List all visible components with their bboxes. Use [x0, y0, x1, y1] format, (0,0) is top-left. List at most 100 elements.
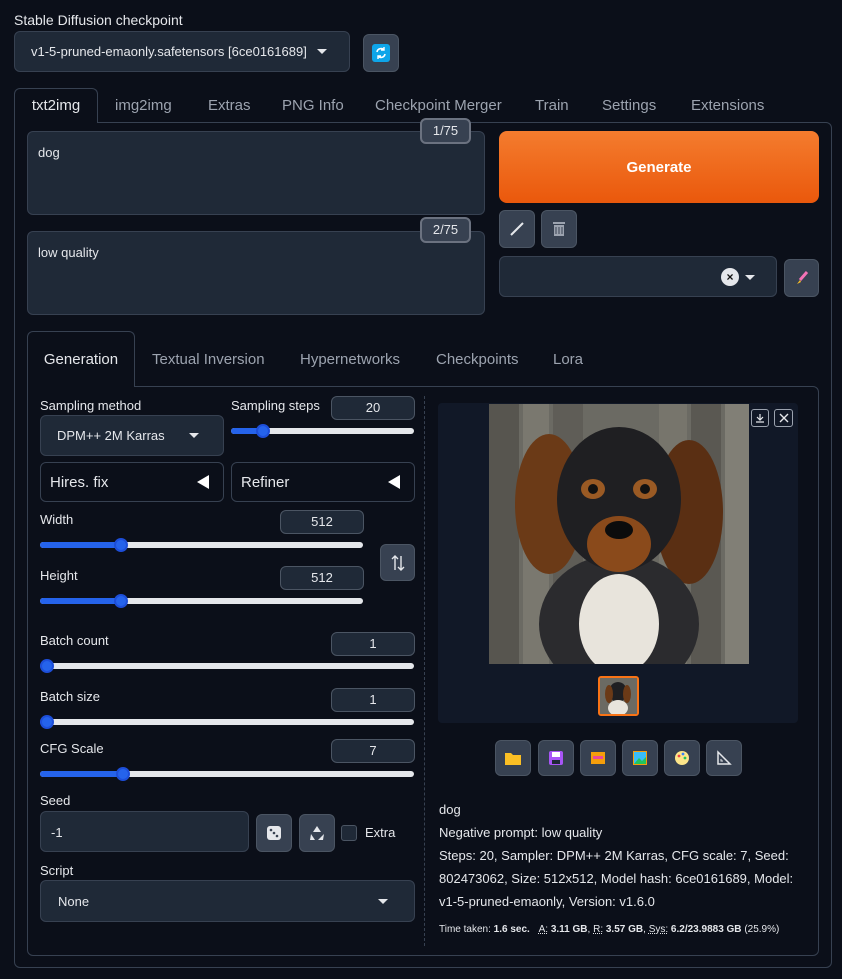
tab-txt2img[interactable]: txt2img: [14, 88, 98, 123]
recycle-icon: [310, 826, 324, 840]
sys-value: 6.2/23.9883 GB: [670, 924, 742, 935]
tab-settings[interactable]: Settings: [602, 97, 656, 114]
refiner-accordion[interactable]: Refiner: [231, 462, 415, 502]
ruler-icon: [717, 750, 732, 765]
clear-prompt-button[interactable]: [541, 210, 577, 248]
hires-fix-accordion[interactable]: Hires. fix: [40, 462, 224, 502]
tab-train[interactable]: Train: [535, 97, 569, 114]
thumbnail[interactable]: [598, 676, 639, 716]
hires-fix-label: Hires. fix: [50, 473, 109, 491]
send-to-img2img-button[interactable]: [622, 740, 658, 776]
apply-styles-button[interactable]: [784, 259, 819, 297]
sampling-steps-input[interactable]: 20: [331, 396, 415, 420]
refiner-label: Refiner: [241, 473, 290, 491]
swap-dimensions-button[interactable]: [380, 544, 415, 581]
dog-thumbnail: [600, 678, 637, 714]
read-generation-params-button[interactable]: [499, 210, 535, 248]
tab-extensions[interactable]: Extensions: [691, 97, 764, 114]
tab-lora[interactable]: Lora: [553, 351, 583, 368]
open-folder-button[interactable]: [495, 740, 531, 776]
tab-generation[interactable]: Generation: [27, 331, 135, 387]
extra-seed-checkbox[interactable]: [341, 825, 357, 841]
send-to-inpaint-button[interactable]: [664, 740, 700, 776]
cfg-scale-label: CFG Scale: [40, 741, 104, 756]
batch-count-slider[interactable]: [40, 659, 414, 673]
refresh-checkpoint-button[interactable]: [363, 34, 399, 72]
negative-token-counter: 2/75: [420, 217, 471, 243]
width-slider[interactable]: [40, 538, 363, 552]
dice-icon: [267, 826, 281, 840]
checkpoint-label: Stable Diffusion checkpoint: [14, 12, 183, 28]
collapse-arrow-icon: [388, 475, 400, 489]
send-to-extras-button[interactable]: [706, 740, 742, 776]
cfg-scale-input[interactable]: 7: [331, 739, 415, 763]
pencil-icon: [510, 222, 524, 236]
info-negative: Negative prompt: low quality: [439, 825, 603, 840]
time-label: Time taken:: [439, 924, 491, 935]
tab-label: txt2img: [31, 97, 81, 114]
column-divider: [424, 396, 425, 946]
checkpoint-select[interactable]: v1-5-pruned-emaonly.safetensors [6ce0161…: [14, 31, 350, 72]
tab-png-info[interactable]: PNG Info: [282, 97, 344, 114]
sampling-method-select[interactable]: DPM++ 2M Karras: [40, 415, 224, 456]
paintbrush-icon: [796, 271, 808, 284]
negative-prompt-text: low quality: [38, 245, 99, 260]
width-label: Width: [40, 512, 74, 527]
chevron-down-icon: [745, 275, 755, 280]
script-select[interactable]: None: [40, 880, 415, 922]
random-seed-button[interactable]: [256, 814, 292, 852]
chevron-down-icon: [316, 49, 327, 54]
height-slider[interactable]: [40, 594, 363, 608]
close-icon[interactable]: ×: [721, 268, 739, 286]
seed-value: -1: [51, 825, 63, 840]
negative-prompt-textarea[interactable]: low quality: [27, 231, 485, 315]
r-value: 3.57 GB: [605, 924, 644, 935]
batch-size-input[interactable]: 1: [331, 688, 415, 712]
swap-icon: [391, 554, 404, 571]
save-button[interactable]: [538, 740, 574, 776]
generate-label: Generate: [626, 158, 692, 176]
performance-info: Time taken: 1.6 sec. A: 3.11 GB, R: 3.57…: [439, 924, 780, 935]
time-value: 1.6 sec.: [493, 924, 530, 935]
zip-button[interactable]: [580, 740, 616, 776]
sampling-steps-slider[interactable]: [231, 424, 414, 438]
r-label: R:: [593, 924, 604, 935]
close-icon: [779, 413, 788, 423]
tab-checkpoint-merger[interactable]: Checkpoint Merger: [375, 97, 502, 114]
tab-hypernetworks[interactable]: Hypernetworks: [300, 351, 400, 368]
output-image[interactable]: [489, 404, 749, 664]
prompt-text: dog: [38, 145, 60, 160]
tab-checkpoints[interactable]: Checkpoints: [436, 351, 519, 368]
tab-img2img[interactable]: img2img: [115, 97, 172, 114]
seed-input[interactable]: -1: [40, 811, 249, 852]
palette-icon: [675, 751, 689, 765]
tab-extras[interactable]: Extras: [208, 97, 251, 114]
prompt-textarea[interactable]: dog: [27, 131, 485, 215]
width-input[interactable]: 512: [280, 510, 364, 534]
height-input[interactable]: 512: [280, 566, 364, 590]
cfg-scale-slider[interactable]: [40, 767, 414, 781]
image-icon: [633, 751, 647, 765]
download-button[interactable]: [751, 409, 769, 427]
tab-label: Generation: [43, 351, 119, 368]
save-icon: [549, 751, 563, 765]
generate-button[interactable]: Generate: [499, 131, 819, 203]
trash-icon: [553, 222, 565, 236]
script-label: Script: [40, 863, 74, 878]
styles-dropdown[interactable]: ×: [499, 256, 777, 297]
sys-percent: (25.9%): [744, 924, 780, 935]
extra-seed-label: Extra: [365, 825, 396, 840]
tab-textual-inversion[interactable]: Textual Inversion: [152, 351, 265, 368]
sys-label: Sys:: [648, 924, 669, 935]
batch-size-slider[interactable]: [40, 715, 414, 729]
generation-info: dog Negative prompt: low quality Steps: …: [439, 798, 809, 913]
close-image-button[interactable]: [774, 409, 793, 427]
sampling-steps-label: Sampling steps: [231, 398, 320, 413]
chevron-down-icon: [188, 433, 199, 438]
batch-count-input[interactable]: 1: [331, 632, 415, 656]
info-prompt: dog: [439, 802, 461, 817]
chevron-down-icon: [378, 898, 388, 904]
seed-label: Seed: [40, 793, 71, 808]
zip-icon: [591, 752, 605, 764]
reuse-seed-button[interactable]: [299, 814, 335, 852]
